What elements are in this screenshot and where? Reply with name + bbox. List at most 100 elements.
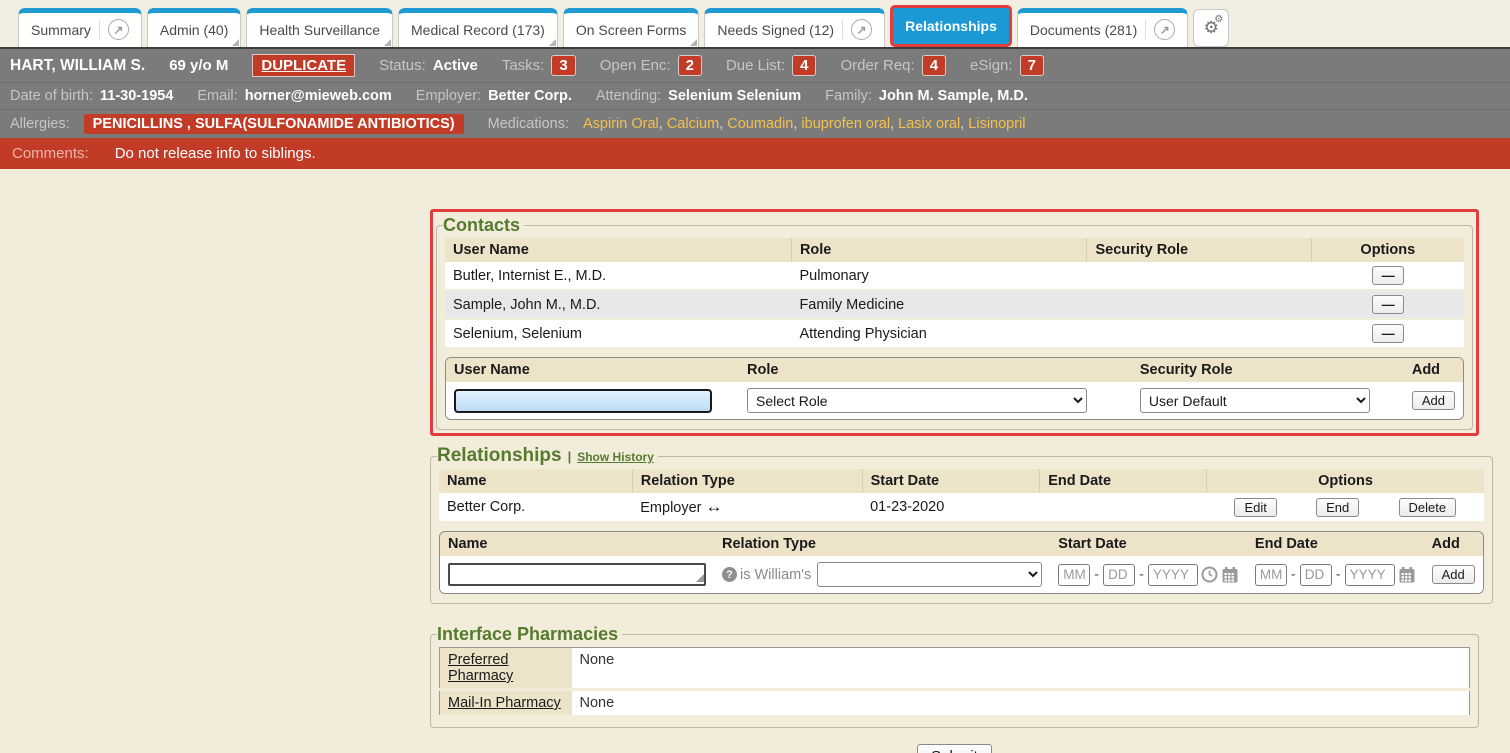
family-value: John M. Sample, M.D. — [879, 88, 1028, 104]
order-req-label: Order Req: — [840, 57, 914, 74]
relationships-title: Relationships — [437, 445, 562, 467]
contact-user-name-input[interactable] — [454, 389, 712, 413]
medication-item: Lasix oral — [898, 116, 960, 132]
dob-label: Date of birth: — [10, 88, 93, 104]
tab-documents[interactable]: Documents (281) ↗ — [1017, 8, 1188, 47]
end-date-yyyy-input[interactable] — [1345, 564, 1395, 586]
delete-relationship-button[interactable]: Delete — [1399, 498, 1457, 517]
esign-group: eSign: 7 — [970, 55, 1044, 76]
edit-relationship-button[interactable]: Edit — [1234, 498, 1276, 517]
medication-separator: , — [890, 116, 894, 132]
relationships-col-relation-type: Relation Type — [632, 469, 862, 493]
tab-admin-label: Admin (40) — [160, 22, 228, 38]
remove-contact-button[interactable]: — — [1372, 295, 1404, 314]
medication-item: Calcium — [667, 116, 719, 132]
email-label: Email: — [197, 88, 237, 104]
open-enc-label: Open Enc: — [600, 57, 671, 74]
tasks-count-badge[interactable]: 3 — [551, 55, 575, 76]
contact-security-role-select[interactable]: User Default — [1140, 388, 1370, 413]
tab-on-screen-forms[interactable]: On Screen Forms — [563, 8, 699, 47]
start-date-dd-input[interactable] — [1103, 564, 1135, 586]
open-chart-icon[interactable]: ↗ — [108, 19, 129, 40]
tab-medical-record[interactable]: Medical Record (173) — [398, 8, 558, 47]
contacts-header-row: User Name Role Security Role Options — [445, 238, 1464, 262]
attending-group: Attending: Selenium Selenium — [596, 88, 801, 104]
tab-health-surveillance[interactable]: Health Surveillance — [246, 8, 393, 47]
open-chart-icon[interactable]: ↗ — [851, 19, 872, 40]
contacts-col-options: Options — [1311, 238, 1464, 262]
start-date-yyyy-input[interactable] — [1148, 564, 1198, 586]
tab-summary-label: Summary — [31, 22, 91, 38]
remove-contact-button[interactable]: — — [1372, 324, 1404, 343]
end-date-mm-input[interactable] — [1255, 564, 1287, 586]
gear-small-icon: ⚙ — [1214, 14, 1223, 25]
bidirectional-arrow-icon: ↔ — [706, 497, 723, 516]
contact-security-role — [1087, 262, 1311, 290]
relation-type-select[interactable] — [817, 562, 1042, 587]
end-date-dd-input[interactable] — [1300, 564, 1332, 586]
tab-summary[interactable]: Summary ↗ — [18, 8, 142, 47]
submit-button[interactable]: Submit — [917, 744, 992, 753]
show-history-link[interactable]: Show History — [577, 450, 654, 464]
end-relationship-button[interactable]: End — [1316, 498, 1359, 517]
add-contact-col-add: Add — [1404, 358, 1463, 382]
relationship-end-date — [1040, 493, 1207, 522]
contact-role-select[interactable]: Select Role — [747, 388, 1087, 413]
tab-on-screen-forms-label: On Screen Forms — [576, 22, 686, 38]
contacts-title: Contacts — [443, 215, 524, 236]
open-enc-count-badge[interactable]: 2 — [678, 55, 702, 76]
patient-name: HART, WILLIAM S. — [10, 57, 145, 75]
calendar-icon[interactable] — [1398, 566, 1416, 584]
mail-in-pharmacy-value: None — [572, 690, 1470, 717]
relationship-name-input-wrap — [448, 563, 706, 586]
order-req-count-badge[interactable]: 4 — [922, 55, 946, 76]
contacts-col-user-name: User Name — [445, 238, 791, 262]
submit-row: Submit — [430, 744, 1479, 753]
open-chart-icon[interactable]: ↗ — [1154, 19, 1175, 40]
add-relationship-input-row: ? is William's - - — [440, 556, 1483, 593]
help-icon[interactable]: ? — [722, 567, 737, 582]
start-date-mm-input[interactable] — [1058, 564, 1090, 586]
patient-age-sex: 69 y/o M — [169, 57, 228, 74]
tab-relationships[interactable]: Relationships — [890, 5, 1012, 47]
relationship-row: Better Corp. Employer ↔ 01-23-2020 Edit … — [439, 493, 1484, 522]
relationship-type-text: Employer — [640, 500, 701, 516]
pharmacies-section: Interface Pharmacies Preferred Pharmacy … — [430, 624, 1479, 728]
employer-value: Better Corp. — [488, 88, 572, 104]
duplicate-badge[interactable]: DUPLICATE — [252, 54, 355, 77]
relationship-start-date: 01-23-2020 — [862, 493, 1040, 522]
add-contact-col-role: Role — [739, 358, 1132, 382]
preferred-pharmacy-link[interactable]: Preferred Pharmacy — [448, 652, 513, 684]
pharmacies-table: Preferred Pharmacy None Mail-In Pharmacy… — [439, 647, 1470, 718]
medication-separator: , — [719, 116, 723, 132]
add-relationship-button[interactable]: Add — [1432, 565, 1475, 584]
add-rel-col-add: Add — [1424, 532, 1483, 556]
add-contact-button[interactable]: Add — [1412, 391, 1455, 410]
add-contact-col-security-role: Security Role — [1132, 358, 1404, 382]
tab-corner-fold-icon — [232, 39, 239, 46]
tab-admin[interactable]: Admin (40) — [147, 8, 241, 47]
add-contact-col-user-name: User Name — [446, 358, 739, 382]
email-value: horner@mieweb.com — [245, 88, 392, 104]
due-list-count-badge[interactable]: 4 — [792, 55, 816, 76]
calendar-icon[interactable] — [1221, 566, 1239, 584]
medication-separator: , — [793, 116, 797, 132]
employer-label: Employer: — [416, 88, 481, 104]
medication-item: Aspirin Oral — [583, 116, 659, 132]
add-contact-input-row: Select Role User Default Add — [446, 382, 1463, 419]
contacts-col-role: Role — [791, 238, 1087, 262]
add-contact-header-row: User Name Role Security Role Add — [446, 358, 1463, 382]
date-separator: - — [1139, 567, 1144, 583]
dob-value: 11-30-1954 — [100, 88, 173, 104]
tab-divider — [1145, 20, 1146, 39]
relationship-name-input[interactable] — [448, 563, 706, 586]
due-list-label: Due List: — [726, 57, 785, 74]
mail-in-pharmacy-link[interactable]: Mail-In Pharmacy — [448, 695, 561, 711]
remove-contact-button[interactable]: — — [1372, 266, 1404, 285]
esign-count-badge[interactable]: 7 — [1020, 55, 1044, 76]
settings-gear-button[interactable]: ⚙ ⚙ — [1193, 9, 1229, 47]
patient-banner-row-2: Date of birth: 11-30-1954 Email: horner@… — [0, 83, 1510, 110]
tab-needs-signed[interactable]: Needs Signed (12) ↗ — [704, 8, 885, 47]
clock-icon[interactable] — [1201, 566, 1218, 583]
resize-grip-icon — [696, 574, 704, 582]
